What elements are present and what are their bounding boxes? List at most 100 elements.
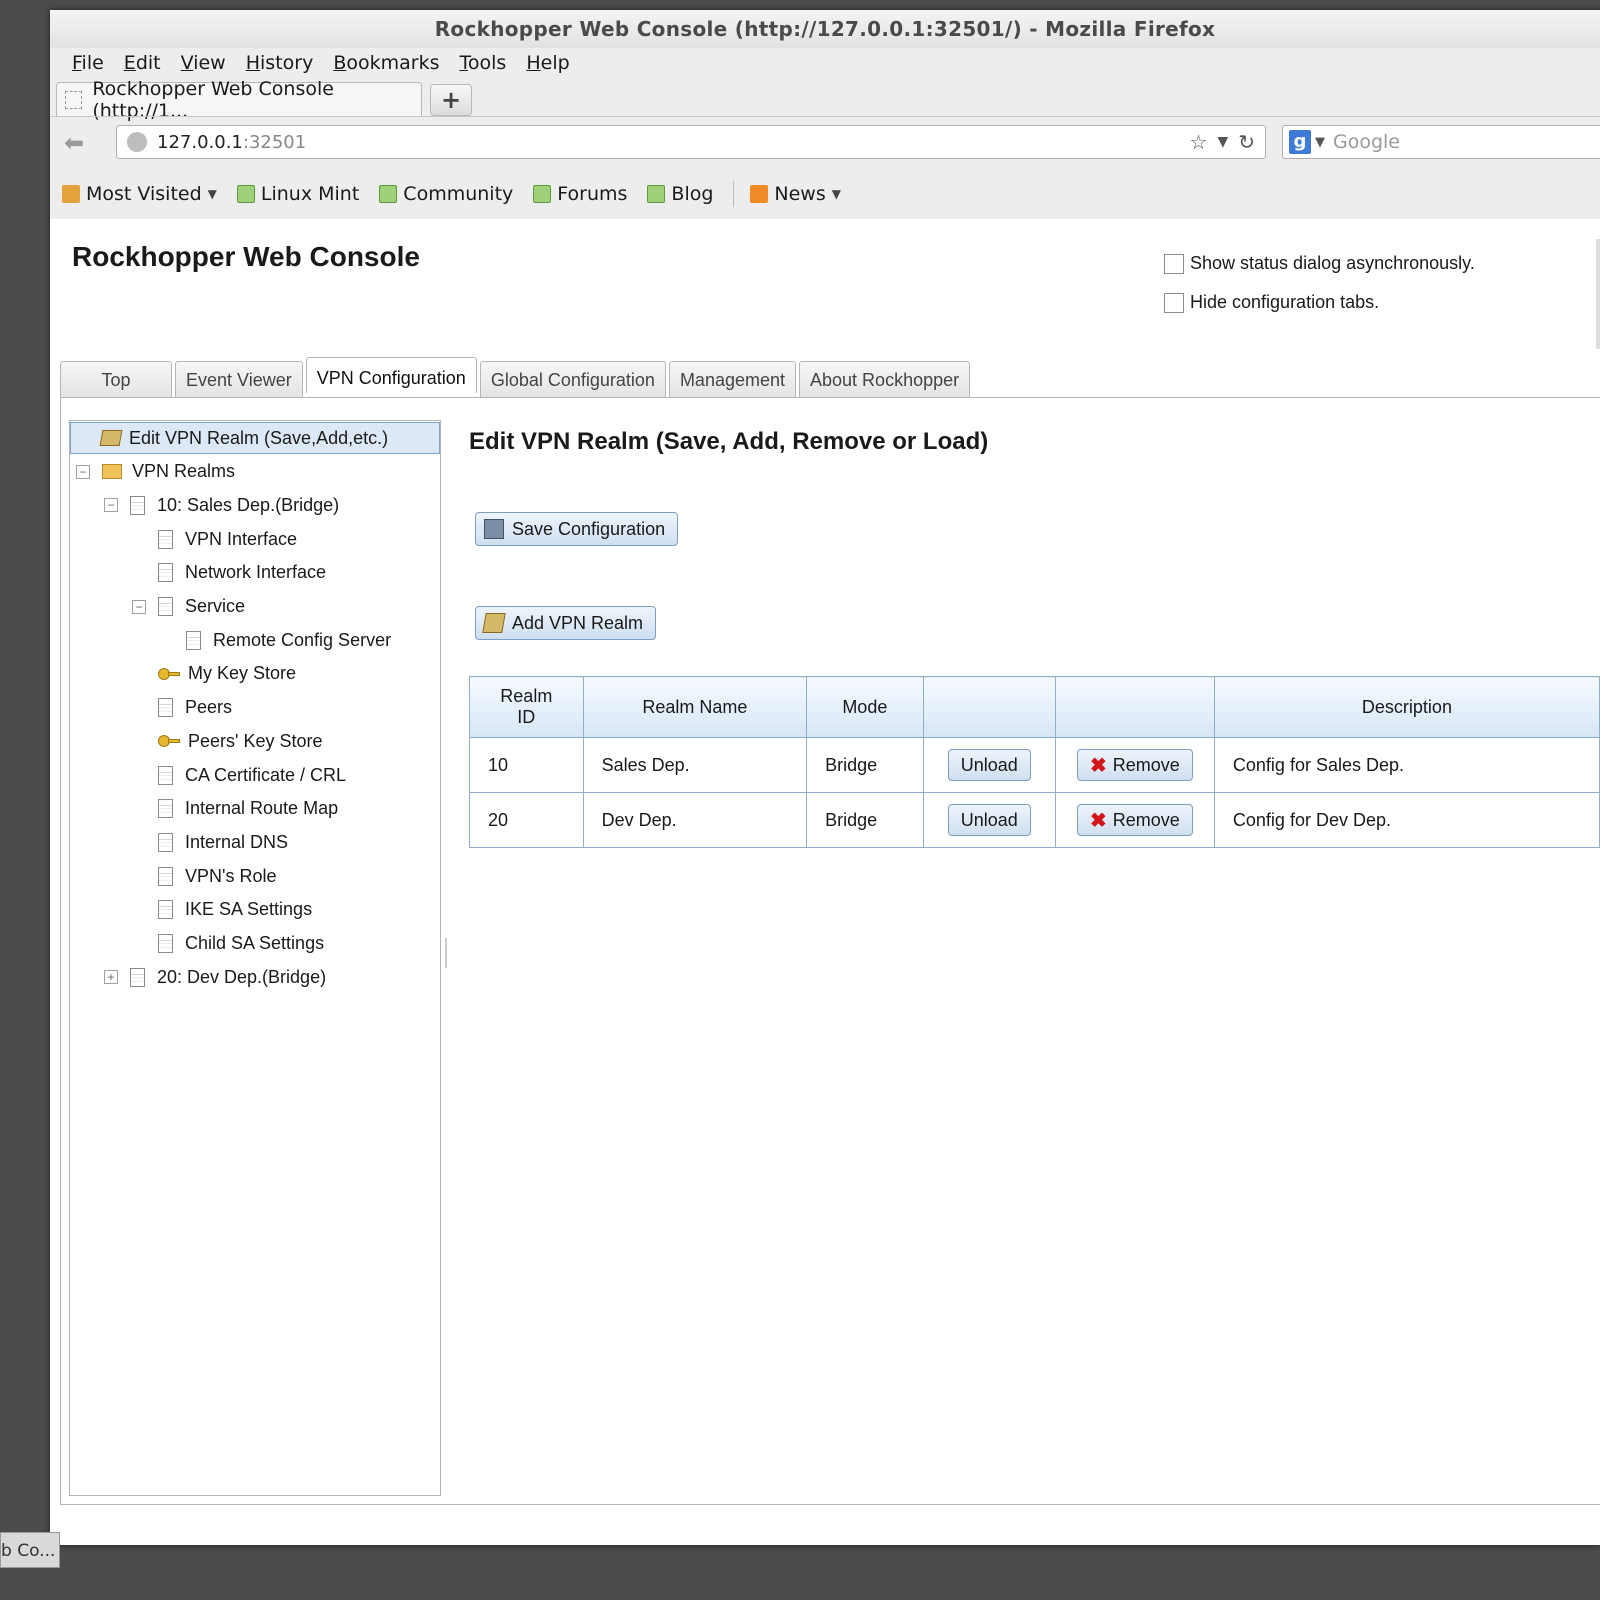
tree-node-label: 10: Sales Dep.(Bridge) (157, 494, 340, 515)
taskbar-firefox-item[interactable]: b Co... (0, 1532, 60, 1568)
remove-label: Remove (1112, 754, 1180, 775)
back-arrow-icon[interactable]: ⬅ (64, 129, 84, 157)
mint-icon (379, 185, 398, 203)
document-icon (158, 597, 173, 616)
tab-vpn-configuration[interactable]: VPN Configuration (305, 357, 477, 393)
async-status-option[interactable]: Show status dialog asynchronously. (1164, 253, 1475, 274)
tree-node[interactable]: Peers' Key Store (132, 725, 323, 757)
hide-tabs-checkbox[interactable] (1164, 292, 1184, 313)
tree-node[interactable]: VPN Interface (132, 523, 297, 555)
collapse-toggle-icon[interactable]: − (104, 498, 118, 513)
unload-button[interactable]: Unload (947, 749, 1031, 781)
tree-node-label: Network Interface (185, 562, 327, 583)
tree-node[interactable]: Remote Config Server (160, 624, 391, 656)
menu-history[interactable]: History (236, 48, 324, 78)
header-realm-id-line1: Realm (500, 686, 553, 706)
menu-file[interactable]: File (62, 48, 114, 78)
remove-button[interactable]: ✖ Remove (1077, 804, 1193, 836)
tree-node[interactable]: Peers (132, 692, 232, 724)
red-x-icon: ✖ (1090, 809, 1107, 832)
tree-node[interactable]: − Service (132, 591, 245, 623)
unload-button[interactable]: Unload (947, 804, 1031, 836)
bookmark-linux-mint[interactable]: Linux Mint (236, 183, 360, 205)
new-tab-button[interactable]: + (430, 84, 472, 116)
tree-node[interactable]: − VPN Realms (76, 456, 235, 488)
remove-label: Remove (1112, 809, 1180, 830)
tab-about-rockhopper[interactable]: About Rockhopper (799, 361, 971, 397)
app-tabs: Top Event Viewer VPN Configuration Globa… (60, 357, 973, 397)
tree-node-label: VPN Realms (132, 461, 236, 482)
header-realm-id-line2: ID (517, 707, 536, 727)
favicon-placeholder-icon (65, 90, 83, 109)
tree-node-label: Service (185, 596, 246, 616)
cell-unload: Unload (922, 792, 1056, 848)
search-bar[interactable]: g ▼ Google (1282, 125, 1600, 159)
tab-event-viewer[interactable]: Event Viewer (175, 361, 303, 397)
async-status-checkbox[interactable] (1164, 253, 1184, 274)
tree-node[interactable]: Internal DNS (132, 826, 288, 858)
menu-tools[interactable]: Tools (450, 48, 517, 78)
tab-management[interactable]: Management (668, 361, 797, 397)
reload-icon[interactable]: ↻ (1238, 130, 1255, 154)
bookmark-blog[interactable]: Blog (647, 183, 713, 205)
mint-icon (533, 185, 552, 203)
google-engine-icon[interactable]: g (1289, 130, 1311, 154)
bookmark-label: Forums (557, 183, 628, 205)
document-icon (130, 495, 145, 515)
key-icon (158, 735, 180, 748)
bookmark-label: News (774, 183, 826, 205)
bookmark-label: Linux Mint (260, 183, 360, 205)
tree-node[interactable]: My Key Store (132, 658, 296, 690)
tree-node[interactable]: Internal Route Map (132, 793, 338, 825)
hide-tabs-option[interactable]: Hide configuration tabs. (1164, 292, 1379, 313)
bookmark-star-icon[interactable]: ☆ (1190, 130, 1208, 154)
tree-node-label: CA Certificate / CRL (185, 764, 347, 785)
menu-edit[interactable]: Edit (114, 48, 171, 78)
tree-node-label: Peers (185, 697, 233, 718)
tab-top[interactable]: Top (60, 361, 172, 397)
cell-realm-name: Dev Dep. (582, 792, 808, 848)
expand-toggle-icon[interactable]: + (104, 970, 118, 985)
url-bar[interactable]: 127.0.0.1:32501 ☆ ▼ ↻ (116, 125, 1266, 159)
tree-node[interactable]: +20: Dev Dep.(Bridge) (104, 961, 326, 993)
bookmark-most-visited[interactable]: Most Visited ▼ (62, 183, 217, 205)
header-realm-name: Realm Name (582, 676, 808, 738)
tree-node[interactable]: Child SA Settings (132, 928, 324, 960)
tree-node[interactable]: − 10: Sales Dep.(Bridge) (104, 489, 339, 521)
document-icon (130, 967, 145, 987)
menu-view[interactable]: View (171, 48, 236, 78)
pane-splitter[interactable] (445, 938, 447, 968)
tree-node-label: 20: Dev Dep.(Bridge) (157, 966, 327, 987)
tree-node-label: Internal DNS (185, 831, 289, 852)
browser-window: Rockhopper Web Console (http://127.0.0.1… (50, 10, 1600, 1545)
tree-node-label: Child SA Settings (185, 933, 325, 953)
tree-node[interactable]: VPN's Role (132, 860, 276, 892)
menu-bookmarks[interactable]: Bookmarks (323, 48, 449, 78)
bookmark-forums[interactable]: Forums (533, 183, 627, 205)
cell-unload: Unload (922, 737, 1056, 793)
bookmark-community[interactable]: Community (379, 183, 513, 205)
hide-tabs-label: Hide configuration tabs. (1190, 292, 1380, 312)
url-dropdown-icon[interactable]: ▼ (1217, 130, 1228, 154)
remove-button[interactable]: ✖ Remove (1077, 749, 1193, 781)
document-icon (158, 765, 173, 785)
tree-node[interactable]: Edit VPN Realm (Save,Add,etc.) (70, 422, 440, 454)
bookmarks-toolbar: Most Visited ▼ Linux Mint Community Foru… (50, 169, 1600, 220)
tree-node[interactable]: IKE SA Settings (132, 894, 312, 926)
collapse-toggle-icon[interactable]: − (132, 599, 146, 614)
save-configuration-button[interactable]: Save Configuration (475, 512, 679, 546)
add-vpn-realm-button[interactable]: Add VPN Realm (475, 606, 657, 640)
browser-tab-strip: Rockhopper Web Console (http://1... + (50, 78, 1600, 122)
content-title: Edit VPN Realm (Save, Add, Remove or Loa… (469, 428, 989, 455)
tree-node[interactable]: Network Interface (132, 557, 326, 589)
chevron-down-icon: ▼ (831, 187, 841, 201)
table-row: 20 Dev Dep. Bridge Unload ✖ Remove Config… (469, 792, 1600, 848)
menu-help[interactable]: Help (516, 48, 579, 78)
mint-icon (647, 185, 666, 203)
search-engine-dropdown-icon[interactable]: ▼ (1315, 135, 1325, 150)
bookmark-news[interactable]: News ▼ (750, 183, 841, 205)
tree-node[interactable]: CA Certificate / CRL (132, 759, 346, 791)
browser-tab[interactable]: Rockhopper Web Console (http://1... (56, 78, 422, 122)
tab-global-configuration[interactable]: Global Configuration (479, 361, 666, 397)
collapse-toggle-icon[interactable]: − (76, 464, 90, 479)
